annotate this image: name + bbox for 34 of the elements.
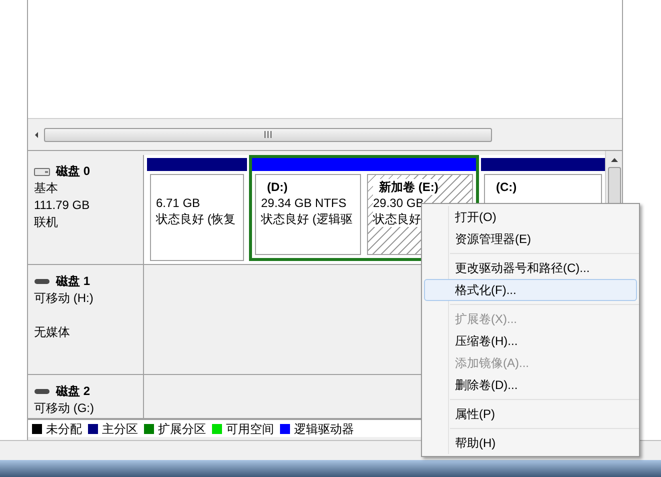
- removable-drive-icon: [34, 276, 50, 286]
- scroll-up-icon[interactable]: [610, 157, 618, 163]
- removable-drive-icon: [34, 386, 50, 396]
- hard-drive-icon: [34, 166, 50, 176]
- legend-label: 未分配: [46, 420, 82, 438]
- disk-name: 磁盘 1: [56, 273, 90, 290]
- disk-name: 磁盘 0: [56, 163, 90, 180]
- disk-label-panel[interactable]: 磁盘 1 可移动 (H:) 无媒体: [28, 265, 144, 374]
- disk-info: 可移动 (G:): [34, 400, 95, 417]
- menu-item[interactable]: 帮助(H): [424, 432, 637, 454]
- legend-label: 主分区: [102, 420, 138, 438]
- legend-label: 扩展分区: [158, 420, 206, 438]
- disk-name: 磁盘 2: [56, 383, 90, 400]
- grip-icon: [264, 131, 272, 138]
- menu-item[interactable]: 压缩卷(H)...: [424, 330, 637, 352]
- disk-info: 可移动 (H:): [34, 290, 94, 307]
- menu-item[interactable]: 更改驱动器号和路径(C)...: [424, 257, 637, 279]
- partition-info: 状态良好 (恢复: [156, 211, 236, 227]
- disk-status: 无媒体: [34, 324, 71, 341]
- legend-label: 逻辑驱动器: [294, 420, 354, 438]
- disk-info: 联机: [34, 214, 59, 231]
- menu-item[interactable]: 格式化(F)...: [424, 279, 637, 301]
- disk-label-panel[interactable]: 磁盘 2 可移动 (G:): [28, 375, 144, 418]
- partition-info: 状态良好: [373, 211, 421, 227]
- partition-block[interactable]: 6.71 GB 状态良好 (恢复: [150, 174, 244, 261]
- partition-title: 新加卷 (E:): [373, 179, 438, 195]
- menu-item[interactable]: 属性(P): [424, 403, 637, 425]
- disk-info: 111.79 GB: [34, 197, 91, 214]
- legend-label: 可用空间: [226, 420, 274, 438]
- horizontal-scrollbar-thumb[interactable]: [44, 128, 492, 142]
- partition-block[interactable]: (D:) 29.34 GB NTFS 状态良好 (逻辑驱: [255, 174, 361, 255]
- partition-info: 状态良好 (逻辑驱: [261, 211, 352, 227]
- disk-info: 基本: [34, 180, 59, 197]
- menu-item[interactable]: 删除卷(D)...: [424, 374, 637, 396]
